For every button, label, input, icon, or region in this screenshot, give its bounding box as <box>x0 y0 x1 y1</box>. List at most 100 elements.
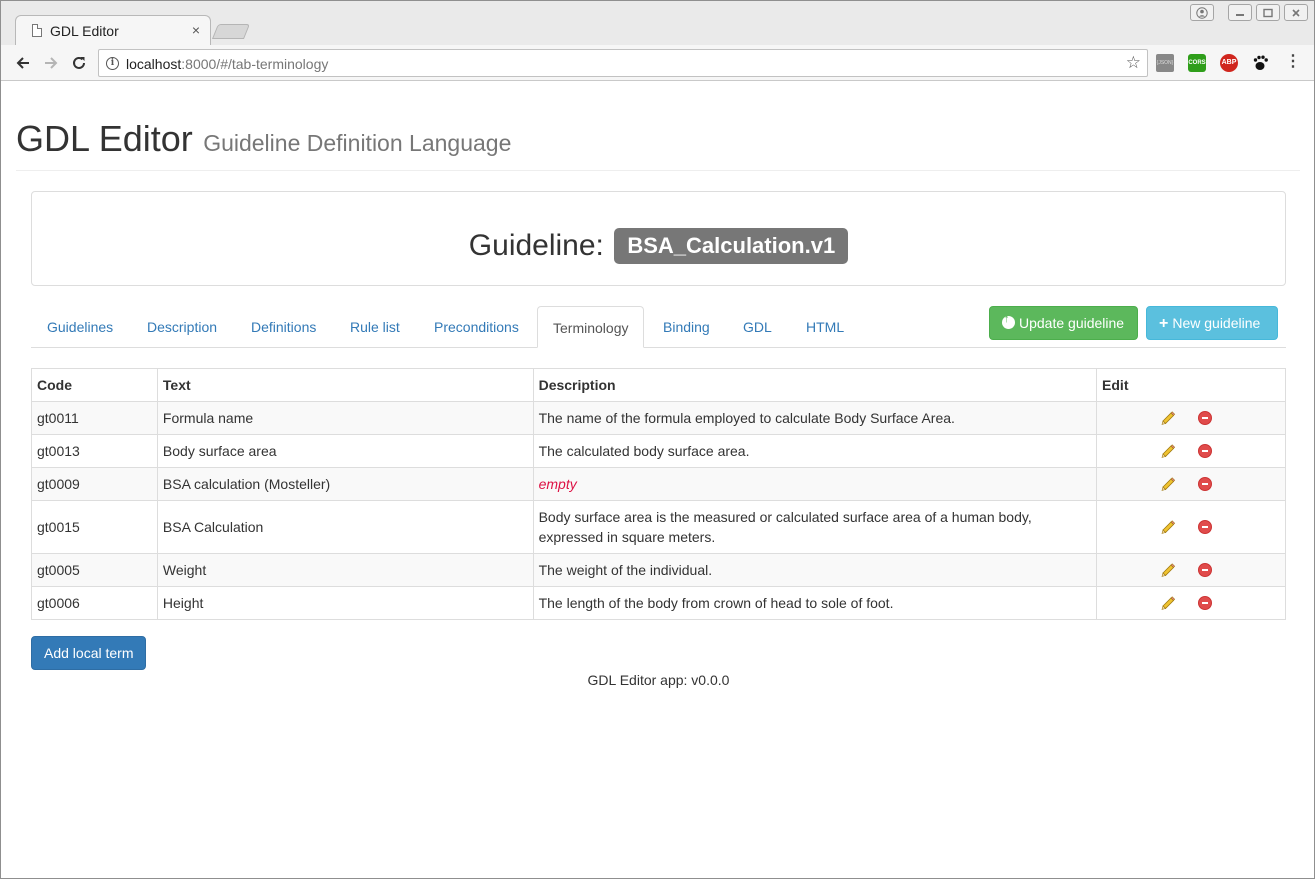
close-window-button[interactable] <box>1284 4 1308 21</box>
term-edit-cell <box>1096 500 1286 554</box>
forward-arrow-icon <box>45 57 58 69</box>
remove-icon[interactable] <box>1198 444 1213 458</box>
tab-definitions[interactable]: Definitions <box>236 306 331 348</box>
term-edit-cell <box>1096 434 1286 468</box>
pencil-icon[interactable] <box>1160 410 1176 426</box>
table-row: gt0015 BSA Calculation Body surface area… <box>31 500 1286 554</box>
close-tab-icon[interactable]: × <box>192 22 200 38</box>
tab-description[interactable]: Description <box>132 306 232 348</box>
term-text: Weight <box>156 553 534 587</box>
term-code: gt0006 <box>31 586 158 620</box>
term-text: BSA calculation (Mosteller) <box>156 467 534 501</box>
empty-description-text[interactable]: empty <box>539 476 577 492</box>
term-description: The calculated body surface area. <box>532 434 1098 468</box>
term-text: Formula name <box>156 401 534 435</box>
term-text: Height <box>156 586 534 620</box>
new-tab-button[interactable] <box>211 24 251 39</box>
url-host: localhost <box>126 56 182 72</box>
reload-button[interactable] <box>68 52 90 74</box>
tab-binding[interactable]: Binding <box>648 306 725 348</box>
column-header-edit: Edit <box>1096 368 1286 402</box>
pencil-icon[interactable] <box>1160 476 1176 492</box>
table-header-row: Code Text Description Edit <box>31 368 1286 402</box>
pencil-icon[interactable] <box>1160 443 1176 459</box>
extension-json-icon[interactable]: {JSON} <box>1156 54 1174 72</box>
guideline-name-badge: BSA_Calculation.v1 <box>614 228 849 264</box>
back-button[interactable] <box>12 52 34 74</box>
terminology-table: Code Text Description Edit gt0011 Formul… <box>31 368 1286 620</box>
pencil-icon[interactable] <box>1160 519 1176 535</box>
extension-paw-icon[interactable] <box>1252 54 1270 72</box>
term-code: gt0011 <box>31 401 158 435</box>
term-description: The weight of the individual. <box>532 553 1098 587</box>
document-icon <box>32 24 42 37</box>
term-description: empty <box>532 467 1098 501</box>
url-path: :8000/#/tab-terminology <box>181 56 329 72</box>
update-guideline-label: Update guideline <box>1019 315 1125 331</box>
window-controls <box>1190 4 1308 21</box>
tab-terminology[interactable]: Terminology <box>537 306 645 348</box>
maximize-button[interactable] <box>1256 4 1280 21</box>
remove-icon[interactable] <box>1198 520 1213 534</box>
column-header-text: Text <box>156 368 534 402</box>
browser-menu-icon[interactable]: ⋮ <box>1285 53 1301 71</box>
table-row: gt0009 BSA calculation (Mosteller) empty <box>31 467 1286 501</box>
bookmark-star-icon[interactable]: ☆ <box>1126 53 1141 73</box>
tab-rule-list[interactable]: Rule list <box>335 306 415 348</box>
term-edit-cell <box>1096 401 1286 435</box>
close-window-icon <box>1292 8 1300 17</box>
user-profile-button[interactable] <box>1190 4 1214 21</box>
term-edit-cell <box>1096 553 1286 587</box>
remove-icon[interactable] <box>1198 563 1213 577</box>
plus-icon: + <box>1159 315 1169 332</box>
tab-gdl[interactable]: GDL <box>728 306 787 348</box>
tab-preconditions[interactable]: Preconditions <box>419 306 534 348</box>
remove-icon[interactable] <box>1198 411 1213 425</box>
url-text: localhost:8000/#/tab-terminology <box>126 56 328 72</box>
new-guideline-label: New guideline <box>1172 315 1261 331</box>
extension-adblock-icon[interactable]: ABP <box>1220 54 1238 72</box>
term-code: gt0013 <box>31 434 158 468</box>
minimize-button[interactable] <box>1228 4 1252 21</box>
term-description: The name of the formula employed to calc… <box>532 401 1098 435</box>
user-icon <box>1196 6 1208 19</box>
term-edit-cell <box>1096 586 1286 620</box>
term-text: BSA Calculation <box>156 500 534 554</box>
remove-icon[interactable] <box>1198 596 1213 610</box>
gnome-paw-icon <box>1253 55 1268 70</box>
guideline-label: Guideline: <box>468 229 604 262</box>
minimize-icon <box>1236 13 1244 16</box>
browser-tab[interactable]: GDL Editor × <box>15 15 211 45</box>
table-row: gt0006 Height The length of the body fro… <box>31 586 1286 620</box>
address-bar[interactable]: i localhost:8000/#/tab-terminology ☆ <box>98 49 1148 77</box>
app-version-footer: GDL Editor app: v0.0.0 <box>587 672 730 688</box>
remove-icon[interactable] <box>1198 477 1213 491</box>
page-title: GDL Editor <box>16 118 193 159</box>
pencil-icon[interactable] <box>1160 595 1176 611</box>
term-code: gt0015 <box>31 500 158 554</box>
guideline-panel: Guideline: BSA_Calculation.v1 <box>31 191 1286 286</box>
extension-cors-icon[interactable]: CORS <box>1188 54 1206 72</box>
table-row: gt0013 Body surface area The calculated … <box>31 434 1286 468</box>
browser-window: GDL Editor × i localhost:8000/#/tab-term… <box>0 0 1315 879</box>
column-header-description: Description <box>532 368 1098 402</box>
info-icon[interactable]: i <box>106 57 119 70</box>
browser-toolbar: i localhost:8000/#/tab-terminology ☆ {JS… <box>1 45 1314 81</box>
table-row: gt0005 Weight The weight of the individu… <box>31 553 1286 587</box>
page-content: GDL Editor Guideline Definition Language… <box>1 82 1314 878</box>
term-code: gt0005 <box>31 553 158 587</box>
tab-guidelines[interactable]: Guidelines <box>32 306 128 348</box>
browser-tab-title: GDL Editor <box>50 23 119 39</box>
reload-icon <box>73 56 85 69</box>
update-guideline-button[interactable]: Update guideline <box>989 306 1138 340</box>
upload-circle-icon <box>1002 313 1015 329</box>
tab-html[interactable]: HTML <box>791 306 859 348</box>
term-description: The length of the body from crown of hea… <box>532 586 1098 620</box>
pencil-icon[interactable] <box>1160 562 1176 578</box>
table-row: gt0011 Formula name The name of the form… <box>31 401 1286 435</box>
add-local-term-button[interactable]: Add local term <box>31 636 146 670</box>
new-guideline-button[interactable]: + New guideline <box>1146 306 1278 340</box>
forward-button[interactable] <box>40 52 62 74</box>
back-arrow-icon <box>16 57 29 69</box>
page-subtitle: Guideline Definition Language <box>203 130 512 156</box>
